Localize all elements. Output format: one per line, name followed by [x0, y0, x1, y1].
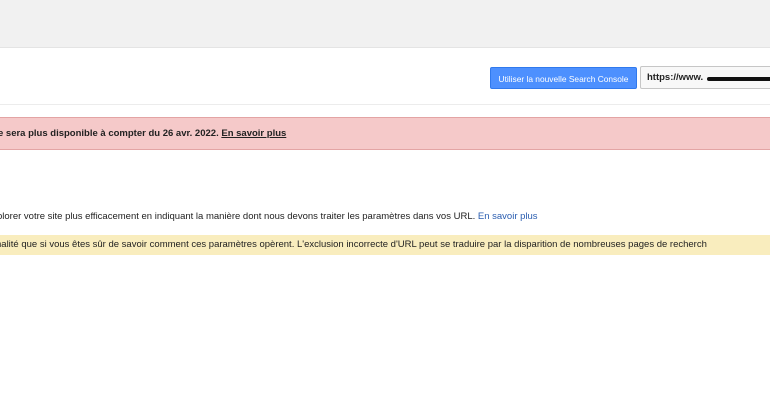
- use-new-search-console-button[interactable]: Utiliser la nouvelle Search Console: [490, 67, 637, 89]
- deprecation-text: e sera plus disponible à compter du 26 a…: [0, 128, 219, 139]
- redacted-domain: [707, 77, 770, 81]
- site-url-text: https://www.: [647, 72, 704, 83]
- intro-learn-more-link[interactable]: En savoir plus: [478, 211, 538, 222]
- top-bar: [0, 0, 770, 48]
- warning-banner: nalité que si vous êtes sûr de savoir co…: [0, 235, 770, 255]
- site-selector[interactable]: https://www.: [640, 66, 770, 89]
- intro-description: plorer votre site plus efficacement en i…: [0, 211, 538, 223]
- deprecation-banner: e sera plus disponible à compter du 26 a…: [0, 117, 770, 150]
- deprecation-learn-more-link[interactable]: En savoir plus: [221, 128, 286, 139]
- deprecation-message: e sera plus disponible à compter du 26 a…: [0, 118, 286, 149]
- warning-message: nalité que si vous êtes sûr de savoir co…: [0, 239, 707, 250]
- intro-text: plorer votre site plus efficacement en i…: [0, 211, 476, 222]
